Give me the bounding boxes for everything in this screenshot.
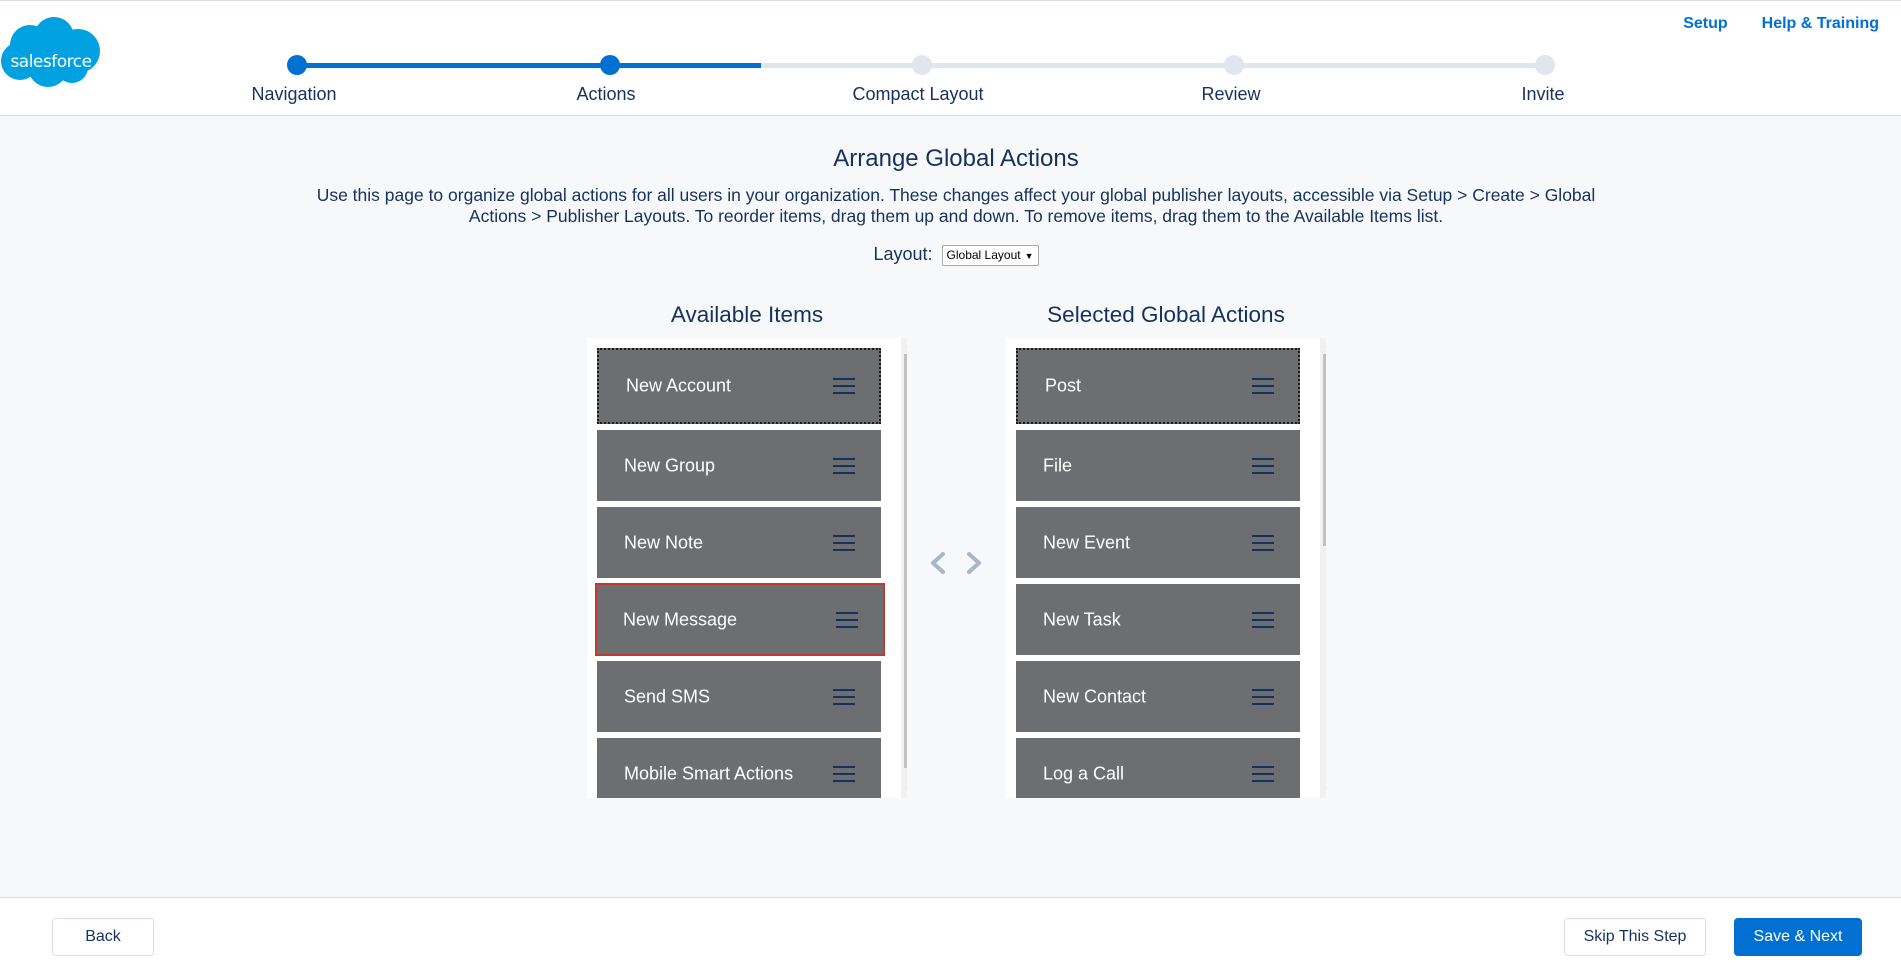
item-label: New Account: [626, 375, 732, 396]
move-left-chevron-icon[interactable]: [926, 550, 950, 576]
item-label: New Message: [623, 609, 738, 629]
drag-handle-icon[interactable]: [1252, 378, 1274, 394]
save-next-button[interactable]: Save & Next: [1734, 918, 1862, 956]
progress-track-remaining: [761, 63, 1544, 68]
selected-item[interactable]: File: [1016, 430, 1300, 501]
drag-handle-icon[interactable]: [833, 765, 855, 782]
step-label-invite[interactable]: Invite: [1443, 84, 1643, 105]
available-item[interactable]: Send SMS: [597, 661, 881, 732]
scroll-up-icon[interactable]: ▲: [1320, 338, 1326, 352]
item-label: New Task: [1043, 609, 1121, 629]
selected-item[interactable]: Post: [1016, 348, 1300, 424]
item-label: New Group: [624, 455, 716, 475]
item-label: Post: [1045, 375, 1082, 396]
available-items-title: Available Items: [670, 302, 824, 327]
layout-picker-row: Layout: Global Layout ▼: [0, 244, 1901, 266]
help-training-link[interactable]: Help & Training: [1762, 15, 1879, 33]
drag-handle-icon[interactable]: [1252, 457, 1274, 474]
available-item[interactable]: New Note: [597, 507, 881, 578]
layout-select-value: Global Layout: [946, 247, 1021, 262]
step-dot-compact-layout[interactable]: [912, 55, 932, 75]
scroll-down-icon[interactable]: ▼: [901, 784, 907, 798]
selected-item[interactable]: New Task: [1016, 584, 1300, 655]
item-label: New Note: [624, 532, 704, 552]
selected-actions-list[interactable]: Post File New Event New Task New Contact…: [1006, 338, 1326, 798]
selected-item[interactable]: Log a Call: [1016, 738, 1300, 798]
drag-handle-icon[interactable]: [833, 378, 855, 394]
step-label-review[interactable]: Review: [1131, 84, 1331, 105]
scroll-thumb[interactable]: [904, 354, 907, 768]
step-dot-actions[interactable]: [600, 55, 620, 75]
setup-link[interactable]: Setup: [1683, 15, 1727, 33]
available-item[interactable]: Mobile Smart Actions: [597, 738, 881, 798]
skip-step-button[interactable]: Skip This Step: [1564, 918, 1706, 956]
header: salesforce Navigation Actions Compact La…: [0, 0, 1901, 116]
progress-track-complete: [297, 63, 761, 68]
drag-handle-icon[interactable]: [1252, 765, 1274, 782]
step-dot-review[interactable]: [1224, 55, 1244, 75]
move-right-chevron-icon[interactable]: [962, 550, 986, 576]
item-label: Send SMS: [624, 686, 711, 706]
drag-handle-icon[interactable]: [836, 611, 858, 628]
drag-handle-icon[interactable]: [1252, 534, 1274, 551]
dropdown-arrow-icon: ▼: [1024, 250, 1034, 261]
available-item-highlighted[interactable]: New Message: [595, 583, 885, 656]
step-dot-navigation[interactable]: [287, 55, 307, 75]
step-label-actions[interactable]: Actions: [506, 84, 706, 105]
available-item[interactable]: New Group: [597, 430, 881, 501]
item-label: New Contact: [1043, 686, 1147, 706]
drag-handle-icon[interactable]: [833, 688, 855, 705]
selected-actions-title: Selected Global Actions: [1047, 302, 1285, 327]
page-description: Use this page to organize global actions…: [316, 185, 1596, 226]
item-label: Log a Call: [1043, 763, 1125, 783]
step-label-navigation[interactable]: Navigation: [194, 84, 394, 105]
scroll-thumb[interactable]: [1323, 354, 1326, 546]
move-buttons: [926, 550, 986, 576]
footer-bar: Back Skip This Step Save & Next: [0, 897, 1901, 975]
step-dot-invite[interactable]: [1535, 55, 1555, 75]
item-label: File: [1043, 455, 1073, 475]
available-items-list[interactable]: New Account New Group New Note New Messa…: [587, 338, 907, 798]
selected-scrollbar[interactable]: ▲ ▼: [1320, 338, 1326, 798]
item-label: New Event: [1043, 532, 1131, 552]
item-label: Mobile Smart Actions: [624, 763, 794, 783]
step-label-compact-layout[interactable]: Compact Layout: [818, 84, 1018, 105]
available-item[interactable]: New Account: [597, 348, 881, 424]
available-scrollbar[interactable]: ▲ ▼: [901, 338, 907, 798]
back-button[interactable]: Back: [52, 918, 154, 956]
drag-handle-icon[interactable]: [833, 534, 855, 551]
layout-label: Layout:: [873, 244, 933, 264]
layout-select[interactable]: Global Layout ▼: [941, 244, 1039, 266]
scroll-up-icon[interactable]: ▲: [901, 338, 907, 352]
page-title: Arrange Global Actions: [833, 145, 1079, 172]
selected-item[interactable]: New Event: [1016, 507, 1300, 578]
setup-progress-bar: Navigation Actions Compact Layout Review…: [0, 1, 1901, 117]
drag-handle-icon[interactable]: [833, 457, 855, 474]
drag-handle-icon[interactable]: [1252, 688, 1274, 705]
drag-handle-icon[interactable]: [1252, 611, 1274, 628]
selected-item[interactable]: New Contact: [1016, 661, 1300, 732]
scroll-down-icon[interactable]: ▼: [1320, 784, 1326, 798]
top-links: Setup Help & Training: [1683, 15, 1879, 33]
